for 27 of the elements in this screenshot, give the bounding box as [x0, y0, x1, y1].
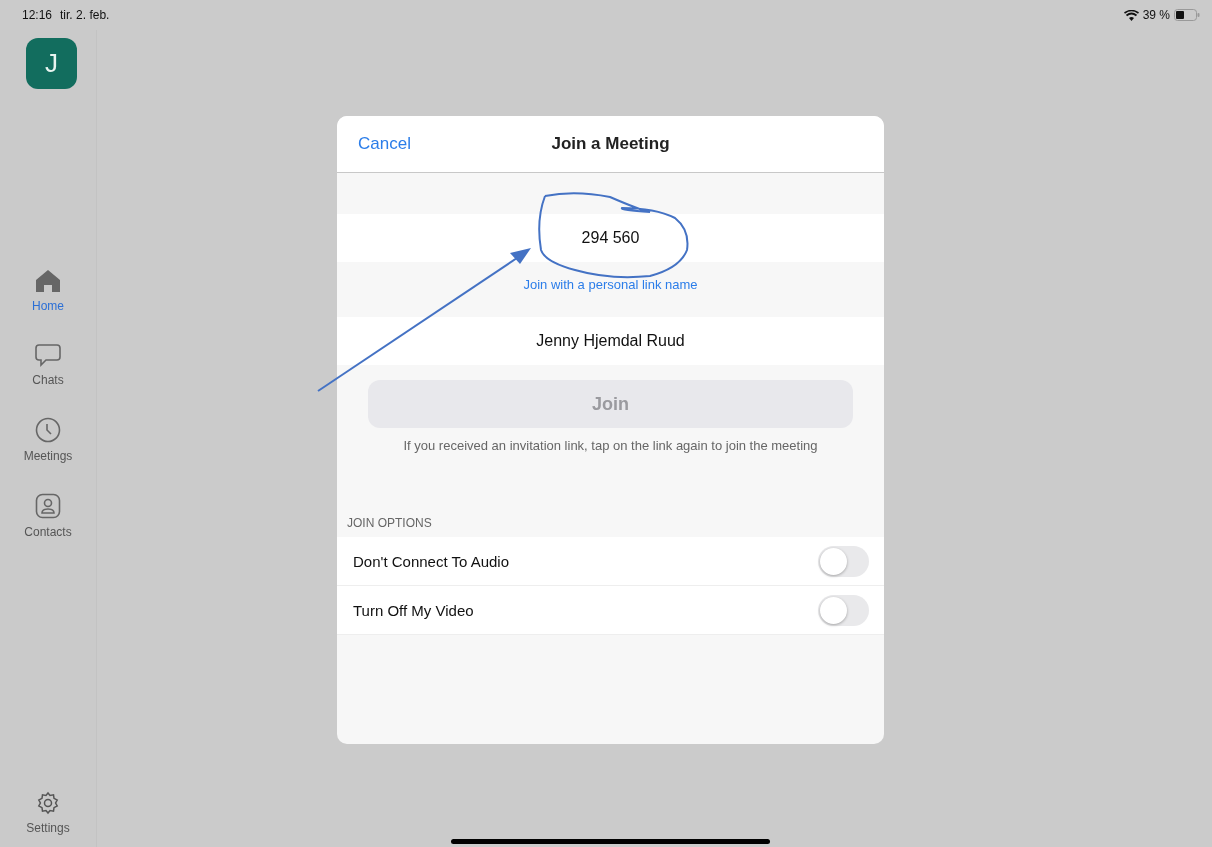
sidebar-tab[interactable]: Home: [13, 269, 83, 313]
battery-percentage: 39 %: [1142, 8, 1170, 22]
personal-link-name-link[interactable]: Join with a personal link name: [337, 277, 884, 292]
section-heading: JOIN OPTIONS: [347, 516, 433, 530]
option-label: Turn Off My Video: [353, 601, 474, 619]
status-time: 12:16: [22, 8, 53, 22]
status-date: tir. 2. feb.: [60, 8, 110, 22]
cancel-button[interactable]: Cancel: [358, 134, 411, 154]
battery-icon: [1174, 9, 1200, 21]
settings-icon: [36, 791, 60, 815]
toggle-switch[interactable]: [818, 545, 869, 577]
dialog-title: Join a Meeting: [551, 134, 670, 154]
user-avatar[interactable]: J: [26, 38, 77, 89]
invitation-hint: If you received an invitation link, tap on the link again to join the meeting: [402, 438, 819, 453]
toggle-switch[interactable]: [818, 594, 869, 626]
clock-icon: [35, 417, 61, 443]
option-label: Don't Connect To Audio: [353, 552, 510, 570]
meeting-id-field[interactable]: 294 560: [337, 214, 884, 262]
chat-bubble-icon: [35, 343, 61, 367]
sidebar-tab[interactable]: Chats: [13, 343, 83, 387]
contact-icon: [35, 493, 61, 519]
sidebar-tab[interactable]: Contacts: [13, 493, 83, 539]
home-icon: [35, 269, 61, 293]
sidebar-tab[interactable]: Meetings: [13, 417, 83, 463]
sidebar-tab[interactable]: Settings: [13, 791, 83, 835]
wifi-icon: [1123, 9, 1139, 21]
display-name-field[interactable]: Jenny Hjemdal Ruud: [337, 317, 884, 365]
